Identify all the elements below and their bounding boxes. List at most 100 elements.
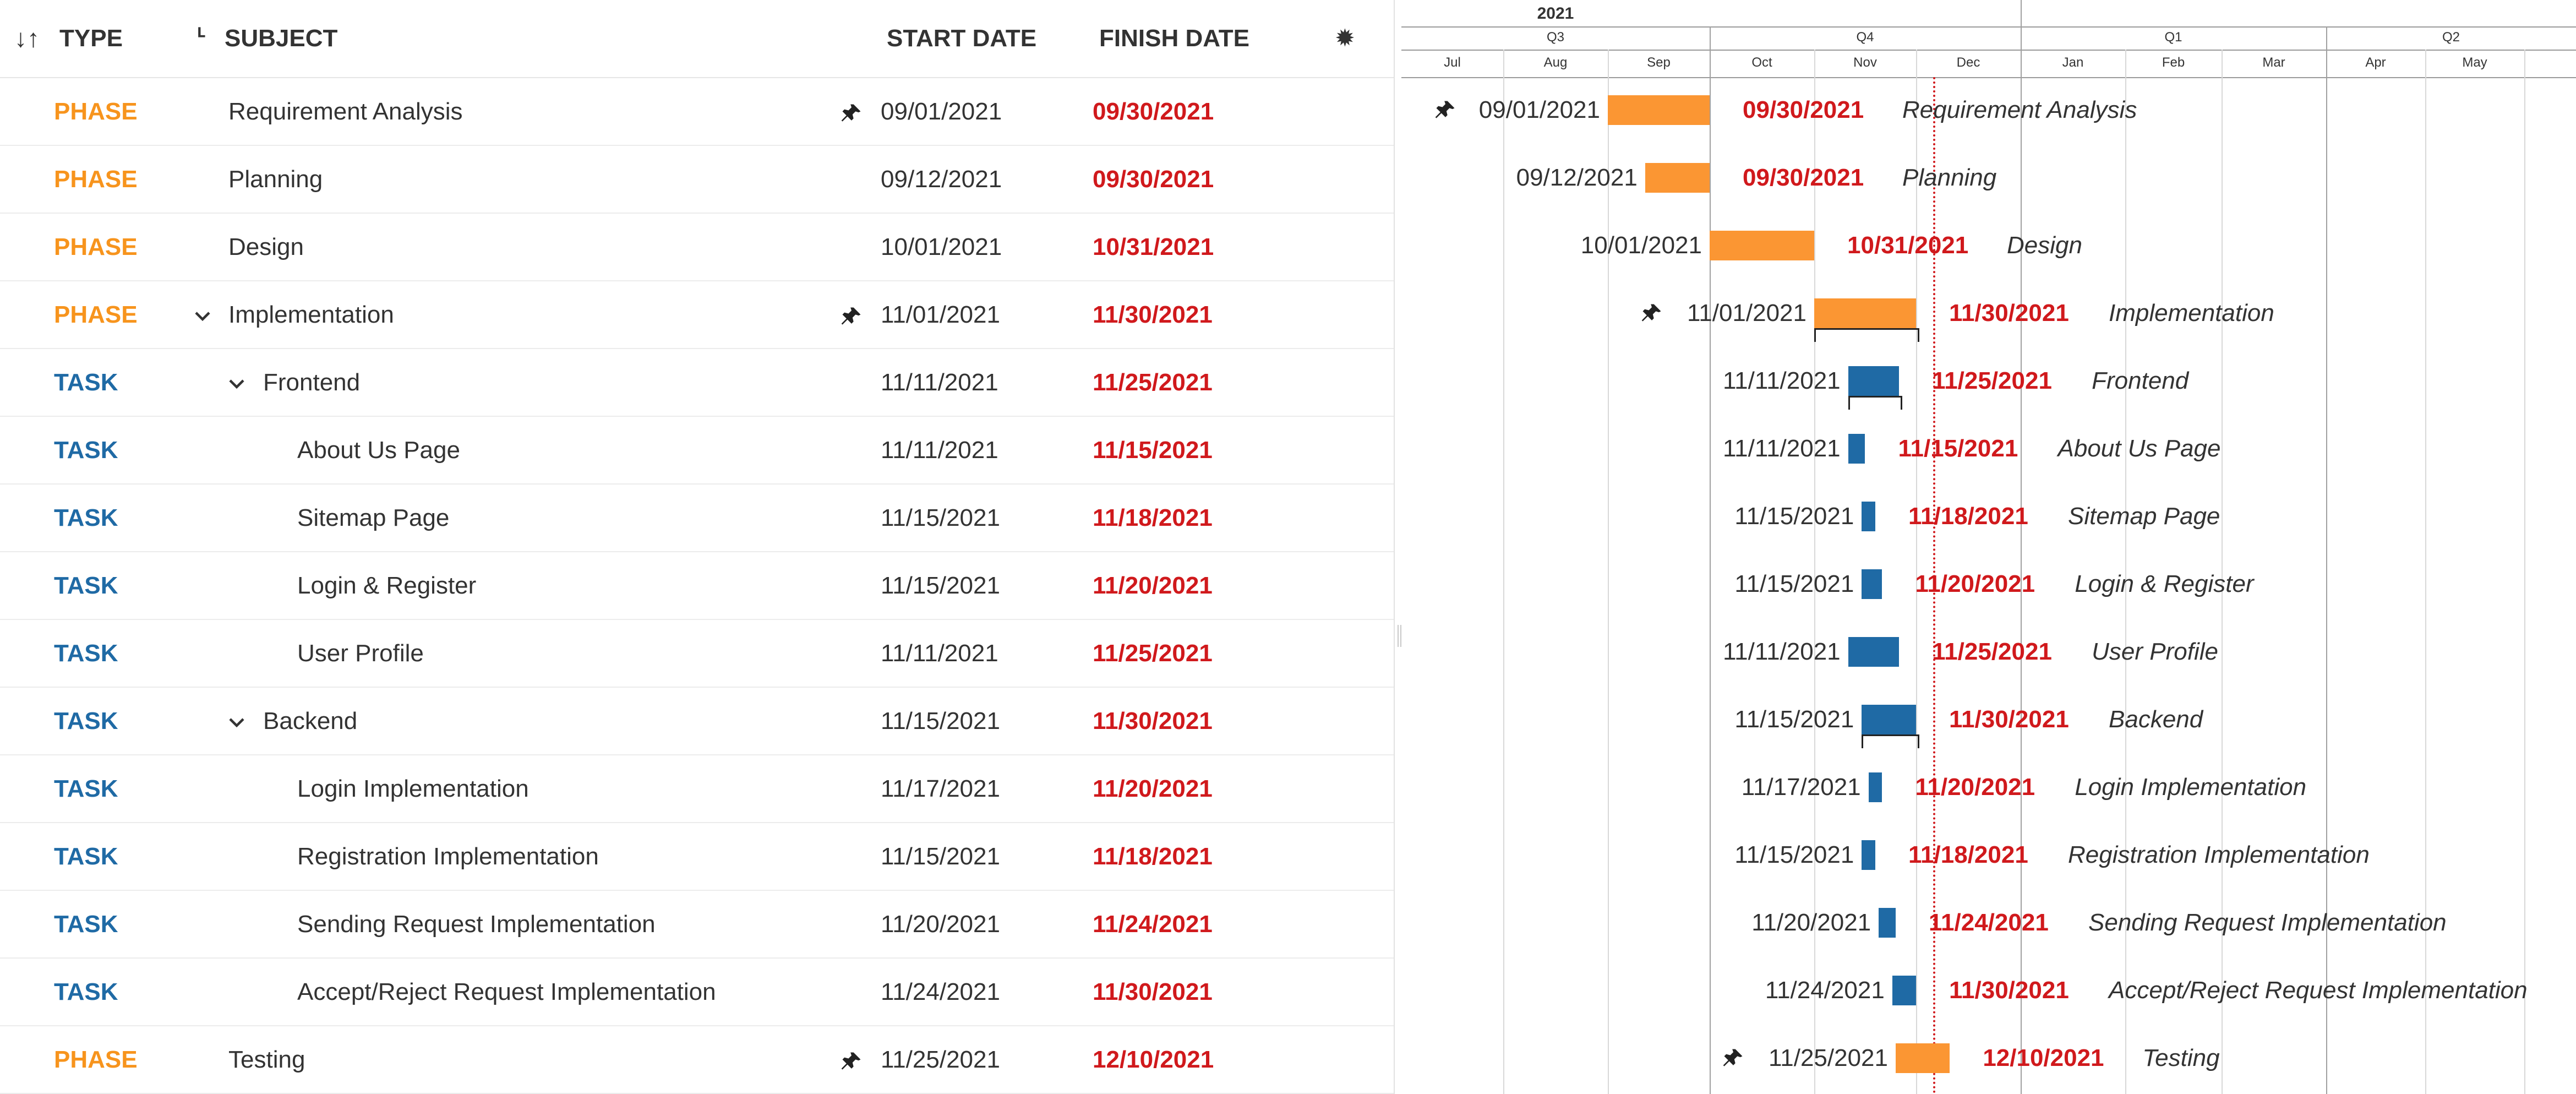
row-subject[interactable]: Requirement Analysis <box>228 98 463 126</box>
row-subject[interactable]: About Us Page <box>297 437 460 464</box>
row-start-date[interactable]: 11/15/2021 <box>881 843 1000 870</box>
gantt-bar[interactable] <box>1868 772 1882 802</box>
pin-icon[interactable] <box>1640 301 1664 325</box>
row-subject[interactable]: Sitemap Page <box>297 504 449 532</box>
row-finish-date[interactable]: 10/31/2021 <box>1093 233 1214 261</box>
row-subject[interactable]: Frontend <box>263 369 360 396</box>
gantt-bar[interactable] <box>1848 434 1865 464</box>
table-row[interactable]: TASK Sending Request Implementation 11/20/… <box>0 890 1394 959</box>
pin-icon[interactable] <box>839 1049 864 1074</box>
pin-icon[interactable] <box>839 304 864 329</box>
row-finish-date[interactable]: 12/10/2021 <box>1093 1046 1214 1074</box>
row-finish-date[interactable]: 11/30/2021 <box>1093 707 1213 735</box>
row-start-date[interactable]: 11/01/2021 <box>881 301 1000 329</box>
table-row[interactable]: PHASE Planning 09/12/2021 09/30/2021 <box>0 145 1394 214</box>
row-finish-date[interactable]: 11/15/2021 <box>1093 437 1213 464</box>
column-header-start-date[interactable]: START DATE <box>887 25 1036 52</box>
gantt-subject: Registration Implementation <box>2068 841 2370 868</box>
pin-icon[interactable] <box>1433 98 1458 122</box>
pin-icon[interactable] <box>1721 1046 1745 1070</box>
row-finish-date[interactable]: 11/25/2021 <box>1093 369 1213 396</box>
tree-icon[interactable]: ᒻ <box>197 23 206 50</box>
gantt-finish-date: 11/20/2021 <box>1915 570 2035 597</box>
row-start-date[interactable]: 11/11/2021 <box>881 369 998 396</box>
table-row[interactable]: PHASE Requirement Analysis 09/01/2021 09/30… <box>0 77 1394 146</box>
column-header-subject[interactable]: SUBJECT <box>225 25 337 52</box>
table-row[interactable]: TASK Accept/Reject Request Implementation… <box>0 957 1394 1026</box>
row-start-date[interactable]: 11/15/2021 <box>881 707 1000 735</box>
chevron-down-icon[interactable] <box>193 304 212 324</box>
pin-icon[interactable] <box>839 101 864 126</box>
gantt-bar[interactable] <box>1710 231 1815 260</box>
row-start-date[interactable]: 11/15/2021 <box>881 504 1000 532</box>
table-row[interactable]: TASK Login & Register 11/15/2021 11/20/2021 <box>0 551 1394 620</box>
row-subject[interactable]: User Profile <box>297 640 424 667</box>
row-start-date[interactable]: 11/17/2021 <box>881 775 1000 803</box>
table-row[interactable]: TASK Login Implementation 11/17/2021 11/20/… <box>0 754 1394 823</box>
row-type: TASK <box>54 978 118 1005</box>
row-start-date[interactable]: 09/12/2021 <box>881 166 1002 193</box>
row-type: TASK <box>54 911 118 938</box>
gantt-bar[interactable] <box>1608 95 1710 125</box>
row-subject[interactable]: Design <box>228 233 304 261</box>
row-finish-date[interactable]: 11/24/2021 <box>1093 911 1213 938</box>
row-subject[interactable]: Testing <box>228 1046 305 1074</box>
table-row[interactable]: TASK Sitemap Page 11/15/2021 11/18/2021 <box>0 483 1394 552</box>
row-finish-date[interactable]: 11/20/2021 <box>1093 572 1213 600</box>
row-start-date[interactable]: 09/01/2021 <box>881 98 1002 126</box>
table-row[interactable]: TASK Backend 11/15/2021 11/30/2021 <box>0 687 1394 755</box>
row-subject[interactable]: Planning <box>228 166 323 193</box>
gantt-bar[interactable] <box>1879 908 1896 938</box>
row-start-date[interactable]: 10/01/2021 <box>881 233 1002 261</box>
gantt-bar[interactable] <box>1848 637 1900 667</box>
table-row[interactable]: TASK About Us Page 11/11/2021 11/15/2021 <box>0 416 1394 485</box>
table-row[interactable]: PHASE Design 10/01/2021 10/31/2021 <box>0 213 1394 281</box>
gantt-bar[interactable] <box>1862 569 1882 599</box>
gantt-bar[interactable] <box>1645 163 1710 193</box>
gear-icon[interactable]: ✹ <box>1335 24 1355 52</box>
timescale-quarter: Q4 <box>1856 30 1874 45</box>
gantt-bar[interactable] <box>1896 1043 1950 1073</box>
table-row[interactable]: TASK Frontend 11/11/2021 11/25/2021 <box>0 348 1394 417</box>
row-finish-date[interactable]: 11/18/2021 <box>1093 504 1213 532</box>
row-finish-date[interactable]: 11/20/2021 <box>1093 775 1213 803</box>
table-row[interactable]: TASK Registration Implementation 11/15/202… <box>0 822 1394 891</box>
row-finish-date[interactable]: 11/30/2021 <box>1093 978 1213 1006</box>
row-finish-date[interactable]: 11/30/2021 <box>1093 301 1213 329</box>
gantt-bar[interactable] <box>1814 298 1916 328</box>
gantt-bar[interactable] <box>1892 976 1916 1005</box>
row-start-date[interactable]: 11/20/2021 <box>881 911 1000 938</box>
splitter-grip-icon[interactable] <box>1398 625 1401 647</box>
row-start-date[interactable]: 11/25/2021 <box>881 1046 1000 1074</box>
column-header-type[interactable]: TYPE <box>59 25 123 52</box>
sort-arrows-icon[interactable]: ↓↑ <box>14 23 40 53</box>
row-finish-date[interactable]: 11/25/2021 <box>1093 640 1213 667</box>
row-finish-date[interactable]: 11/18/2021 <box>1093 843 1213 870</box>
timescale-quarter: Q3 <box>1546 30 1564 45</box>
row-subject[interactable]: Implementation <box>228 301 394 329</box>
chevron-down-icon[interactable] <box>227 372 247 392</box>
row-type: TASK <box>54 437 118 464</box>
row-start-date[interactable]: 11/15/2021 <box>881 572 1000 600</box>
timescale-month: Dec <box>1956 55 1980 70</box>
gantt-bar[interactable] <box>1862 502 1875 531</box>
row-subject[interactable]: Backend <box>263 707 357 735</box>
gantt-bar[interactable] <box>1862 705 1916 734</box>
gantt-bar[interactable] <box>1848 366 1900 396</box>
row-subject[interactable]: Accept/Reject Request Implementation <box>297 978 716 1006</box>
table-row[interactable]: TASK User Profile 11/11/2021 11/25/2021 <box>0 619 1394 688</box>
row-subject[interactable]: Login Implementation <box>297 775 529 803</box>
gantt-bar[interactable] <box>1862 840 1875 870</box>
table-row[interactable]: PHASE Testing 11/25/2021 12/10/2021 <box>0 1025 1394 1094</box>
chevron-down-icon[interactable] <box>227 711 247 731</box>
row-subject[interactable]: Registration Implementation <box>297 843 599 870</box>
row-start-date[interactable]: 11/11/2021 <box>881 640 998 667</box>
table-row[interactable]: PHASE Implementation 11/01/2021 11/30/2021 <box>0 280 1394 349</box>
row-finish-date[interactable]: 09/30/2021 <box>1093 98 1214 126</box>
row-start-date[interactable]: 11/24/2021 <box>881 978 1000 1006</box>
row-subject[interactable]: Sending Request Implementation <box>297 911 656 938</box>
row-start-date[interactable]: 11/11/2021 <box>881 437 998 464</box>
row-subject[interactable]: Login & Register <box>297 572 476 600</box>
column-header-finish-date[interactable]: FINISH DATE <box>1099 25 1249 52</box>
row-finish-date[interactable]: 09/30/2021 <box>1093 166 1214 193</box>
